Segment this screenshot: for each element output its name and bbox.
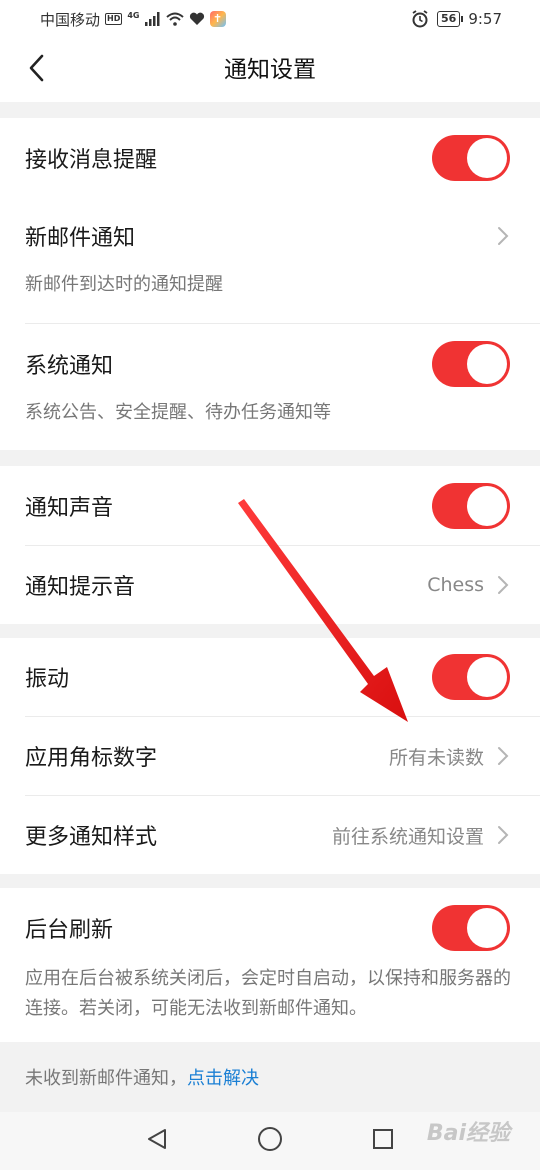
clock-time: 9:57: [468, 10, 502, 28]
row-system-notice: 系统通知: [0, 324, 540, 404]
app-notification-icon: ✝: [209, 11, 226, 27]
vibrate-label: 振动: [25, 667, 70, 692]
help-link[interactable]: 点击解决: [187, 1064, 259, 1090]
group-vibrate-badge: 振动 应用角标数字 所有未读数 更多通知样式 前往系统通知设置: [0, 638, 540, 874]
background-refresh-desc: 应用在后台被系统关闭后，会定时自启动，以保持和服务器的连接。若关闭，可能无法收到…: [25, 968, 511, 1019]
badge-number-label: 应用角标数字: [25, 746, 158, 771]
triangle-back-icon: [145, 1127, 169, 1155]
notification-settings-screen: 中国移动 HD 4G ✝ 56 9:57 通知设置 接收消息提醒 新邮件通知 新…: [0, 0, 540, 1170]
notify-tone-label: 通知提示音: [25, 575, 136, 600]
new-mail-label: 新邮件通知: [25, 226, 136, 251]
back-button[interactable]: [18, 52, 54, 88]
signal-icon: [144, 12, 161, 26]
chevron-right-icon: [496, 824, 510, 846]
background-refresh-label: 后台刷新: [25, 918, 114, 943]
hd-badge: HD: [105, 13, 123, 25]
chevron-right-icon: [496, 574, 510, 596]
chevron-left-icon: [28, 54, 44, 86]
status-right: 56 9:57: [411, 10, 502, 28]
health-heart-icon: [189, 12, 205, 26]
row-notify-sound: 通知声音: [0, 466, 540, 546]
new-mail-desc: 新邮件到达时的通知提醒: [25, 274, 223, 295]
system-notice-desc: 系统公告、安全提醒、待办任务通知等: [25, 402, 331, 423]
network-type: 4G: [127, 10, 140, 20]
row-vibrate: 振动: [0, 638, 540, 716]
nav-recent-button[interactable]: [363, 1121, 403, 1161]
carrier-label: 中国移动: [40, 10, 101, 29]
group-sound: 通知声音 通知提示音 Chess: [0, 466, 540, 624]
receive-alerts-label: 接收消息提醒: [25, 148, 158, 173]
badge-number-value: 所有未读数: [388, 746, 484, 769]
help-text: 未收到新邮件通知，: [25, 1068, 187, 1089]
notify-tone-value: Chess: [427, 574, 484, 596]
page-title: 通知设置: [224, 57, 316, 83]
watermark-logo: Bai经验: [426, 1121, 510, 1146]
receive-alerts-toggle[interactable]: [432, 135, 510, 181]
system-notice-toggle[interactable]: [432, 341, 510, 387]
background-refresh-toggle[interactable]: [432, 905, 510, 951]
status-left: 中国移动 HD 4G ✝: [40, 9, 226, 30]
help-bar: 未收到新邮件通知， 点击解决: [0, 1042, 540, 1112]
wifi-icon: [165, 12, 184, 26]
chevron-right-icon: [496, 745, 510, 767]
nav-home-button[interactable]: [250, 1121, 290, 1161]
group-message-alerts: 接收消息提醒 新邮件通知 新邮件到达时的通知提醒 系统通知 系统公告、安全提醒、…: [0, 118, 540, 450]
more-styles-label: 更多通知样式: [25, 825, 158, 850]
row-background-refresh: 后台刷新: [0, 888, 540, 968]
square-recent-icon: [371, 1127, 395, 1155]
battery-level: 56: [437, 11, 464, 27]
more-styles-value: 前往系统通知设置: [331, 825, 484, 848]
row-more-styles[interactable]: 更多通知样式 前往系统通知设置: [0, 796, 540, 874]
circle-home-icon: [257, 1126, 283, 1156]
chevron-right-icon: [496, 225, 510, 247]
group-background-refresh: 后台刷新 应用在后台被系统关闭后，会定时自启动，以保持和服务器的连接。若关闭，可…: [0, 888, 540, 1042]
nav-header: 通知设置: [0, 38, 540, 102]
row-notify-tone[interactable]: 通知提示音 Chess: [0, 546, 540, 624]
notify-sound-toggle[interactable]: [432, 483, 510, 529]
nav-back-button[interactable]: [137, 1121, 177, 1161]
row-new-mail[interactable]: 新邮件通知: [0, 198, 540, 274]
status-bar: 中国移动 HD 4G ✝ 56 9:57: [0, 0, 540, 38]
vibrate-toggle[interactable]: [432, 654, 510, 700]
row-receive-alerts: 接收消息提醒: [0, 118, 540, 198]
notify-sound-label: 通知声音: [25, 496, 114, 521]
row-badge-number[interactable]: 应用角标数字 所有未读数: [0, 717, 540, 795]
alarm-clock-icon: [411, 10, 429, 28]
system-notice-label: 系统通知: [25, 354, 114, 379]
